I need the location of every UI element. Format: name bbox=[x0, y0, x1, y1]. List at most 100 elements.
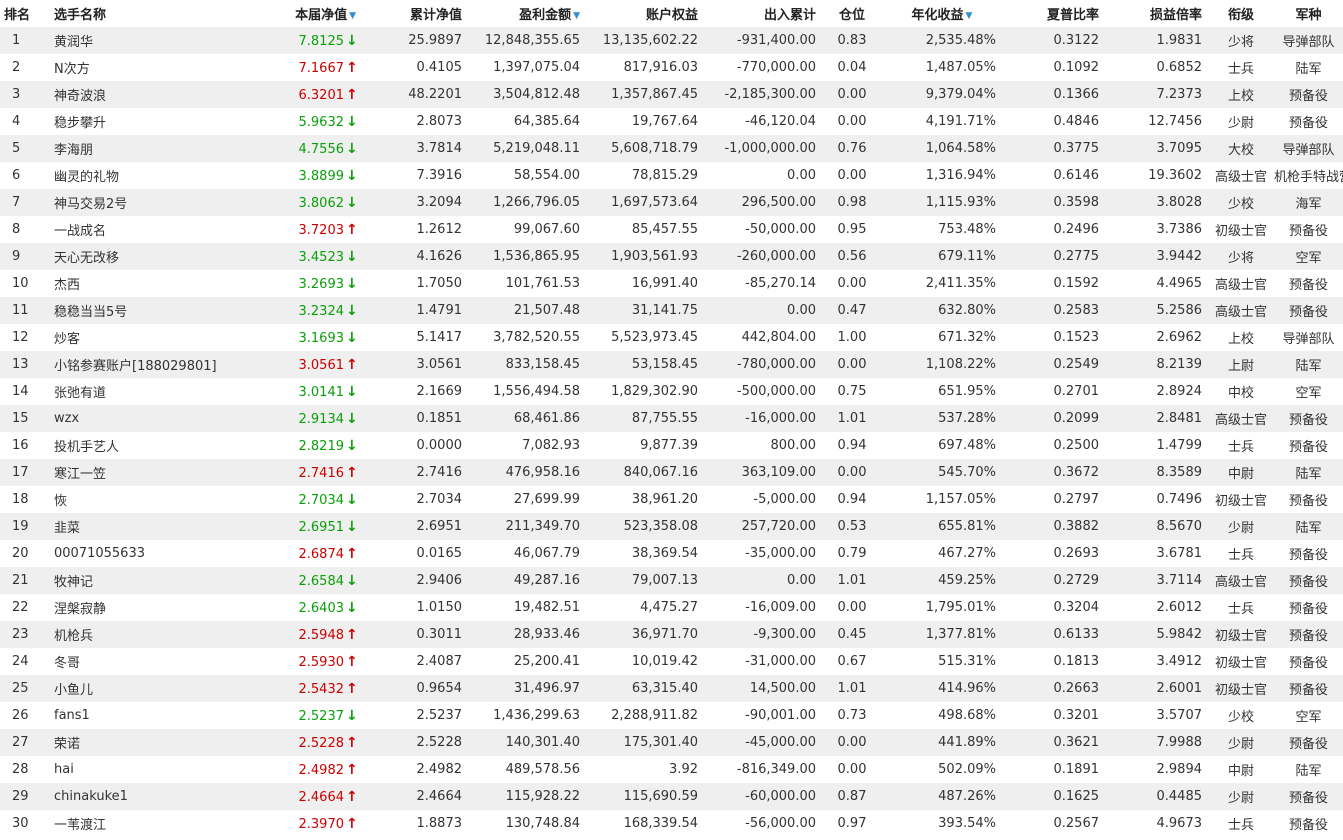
table-row[interactable]: 13 小铭参赛账户[188029801] 3.0561 ↑ 3.0561 833,158.… bbox=[0, 351, 1343, 378]
triangle-down-icon[interactable]: ▼ bbox=[966, 11, 973, 21]
table-row[interactable]: 10 杰西 3.2693 ↓ 1.7050 101,761.53 16,991.40 -85,… bbox=[0, 270, 1343, 297]
header-annualized[interactable]: 年化收益 ▼ bbox=[882, 0, 1002, 27]
table-row[interactable]: 27 荣诺 2.5228 ↑ 2.5228 140,301.40 175,301.40 -45… bbox=[0, 729, 1343, 756]
table-row[interactable]: 18 恢 2.7034 ↓ 2.7034 27,699.99 38,961.20 -5,000… bbox=[0, 486, 1343, 513]
table-row[interactable]: 14 张弛有道 3.0141 ↓ 2.1669 1,556,494.58 1,829,302… bbox=[0, 378, 1343, 405]
header-equity[interactable]: 账户权益 bbox=[586, 0, 704, 27]
player-name[interactable]: 炒客 bbox=[34, 324, 266, 351]
player-name[interactable]: 韭菜 bbox=[34, 513, 266, 540]
cumulative-net: 2.4664 bbox=[362, 783, 468, 810]
player-name[interactable]: 一苇渡江 bbox=[34, 810, 266, 837]
table-row[interactable]: 9 天心无改移 3.4523 ↓ 4.1626 1,536,865.95 1,903,561… bbox=[0, 243, 1343, 270]
player-name[interactable]: 牧神记 bbox=[34, 567, 266, 594]
player-name[interactable]: 冬哥 bbox=[34, 648, 266, 675]
player-name[interactable]: 小鱼儿 bbox=[34, 675, 266, 702]
table-row[interactable]: 8 一战成名 3.7203 ↑ 1.2612 99,067.60 85,457.55 -50,… bbox=[0, 216, 1343, 243]
table-row[interactable]: 26 fans1 2.5237 ↓ 2.5237 1,436,299.63 2,288,91… bbox=[0, 702, 1343, 729]
arrow-down-icon: ↓ bbox=[346, 194, 358, 211]
sharpe-ratio: 0.1592 bbox=[1002, 270, 1105, 297]
net-value-text: 4.7556 bbox=[298, 141, 345, 157]
player-name[interactable]: 天心无改移 bbox=[34, 243, 266, 270]
table-row[interactable]: 1 黄润华 7.8125 ↓ 25.9897 12,848,355.65 13,135,60… bbox=[0, 27, 1343, 54]
table-row[interactable]: 24 冬哥 2.5930 ↑ 2.4087 25,200.41 10,019.42 -31,0… bbox=[0, 648, 1343, 675]
table-row[interactable]: 17 寒江一笠 2.7416 ↑ 2.7416 476,958.16 840,067.16 3… bbox=[0, 459, 1343, 486]
player-name[interactable]: 稳稳当当5号 bbox=[34, 297, 266, 324]
player-name[interactable]: 一战成名 bbox=[34, 216, 266, 243]
player-name[interactable]: 李海朋 bbox=[34, 135, 266, 162]
table-row[interactable]: 2 N次方 7.1667 ↑ 0.4105 1,397,075.04 817,916.03-… bbox=[0, 54, 1343, 81]
in-out-total: -260,000.00 bbox=[704, 243, 822, 270]
net-value: 3.0141 ↓ bbox=[266, 378, 362, 405]
player-name[interactable]: 涅槃寂静 bbox=[34, 594, 266, 621]
table-row[interactable]: 28 hai 2.4982 ↑ 2.4982 489,578.56 3.92 -816,349… bbox=[0, 756, 1343, 783]
rank-cell: 11 bbox=[0, 297, 34, 324]
table-row[interactable]: 25 小鱼儿 2.5432 ↑ 0.9654 31,496.97 63,315.40 14,5… bbox=[0, 675, 1343, 702]
player-name[interactable]: chinakuke1 bbox=[34, 783, 266, 810]
player-name[interactable]: 幽灵的礼物 bbox=[34, 162, 266, 189]
table-row[interactable]: 30 一苇渡江 2.3970 ↑ 1.8873 130,748.84 168,339.54-… bbox=[0, 810, 1343, 837]
cumulative-net: 25.9897 bbox=[362, 27, 468, 54]
player-name[interactable]: 神奇波浪 bbox=[34, 81, 266, 108]
annualized-return: 1,377.81% bbox=[882, 621, 1002, 648]
triangle-down-icon[interactable]: ▼ bbox=[573, 11, 580, 21]
in-out-total: -90,001.00 bbox=[704, 702, 822, 729]
account-equity: 38,369.54 bbox=[586, 540, 704, 567]
header-net-value[interactable]: 本届净值 ▼ bbox=[266, 0, 362, 27]
table-row[interactable]: 12 炒客 3.1693 ↓ 5.1417 3,782,520.55 5,523,973.4… bbox=[0, 324, 1343, 351]
player-name[interactable]: 神马交易2号 bbox=[34, 189, 266, 216]
branch: 陆军 bbox=[1274, 513, 1343, 540]
header-profit[interactable]: 盈利金额 ▼ bbox=[468, 0, 586, 27]
branch: 空军 bbox=[1274, 378, 1343, 405]
annualized-return: 632.80% bbox=[882, 297, 1002, 324]
in-out-total: 0.00 bbox=[704, 162, 822, 189]
table-row[interactable]: 15 wzx 2.9134 ↓ 0.1851 68,461.86 87,755.55 -16,… bbox=[0, 405, 1343, 432]
table-row[interactable]: 6 幽灵的礼物 3.8899 ↓ 7.3916 58,554.00 78,815.29 0.0… bbox=[0, 162, 1343, 189]
table-row[interactable]: 16 投机手艺人 2.8219 ↓ 0.0000 7,082.93 9,877.39 800.… bbox=[0, 432, 1343, 459]
player-name[interactable]: fans1 bbox=[34, 702, 266, 729]
arrow-up-icon: ↑ bbox=[346, 626, 358, 643]
header-pl-ratio[interactable]: 损益倍率 bbox=[1105, 0, 1208, 27]
player-name[interactable]: 稳步攀升 bbox=[34, 108, 266, 135]
player-name[interactable]: 恢 bbox=[34, 486, 266, 513]
table-row[interactable]: 29 chinakuke1 2.4664 ↑ 2.4664 115,928.22 115,6… bbox=[0, 783, 1343, 810]
triangle-down-icon[interactable]: ▼ bbox=[349, 11, 356, 21]
player-name[interactable]: 投机手艺人 bbox=[34, 432, 266, 459]
branch: 预备役 bbox=[1274, 297, 1343, 324]
player-name[interactable]: 小铭参赛账户[188029801] bbox=[34, 351, 266, 378]
header-name[interactable]: 选手名称 bbox=[34, 0, 266, 27]
header-branch[interactable]: 军种 bbox=[1274, 0, 1343, 27]
header-cumulative-net[interactable]: 累计净值 bbox=[362, 0, 468, 27]
table-row[interactable]: 5 李海朋 4.7556 ↓ 3.7814 5,219,048.11 5,608,718.7… bbox=[0, 135, 1343, 162]
table-row[interactable]: 20 00071055633 2.6874 ↑ 0.0165 46,067.79 38,36… bbox=[0, 540, 1343, 567]
header-military-rank[interactable]: 衔级 bbox=[1208, 0, 1274, 27]
header-sharpe[interactable]: 夏普比率 bbox=[1002, 0, 1105, 27]
header-position[interactable]: 仓位 bbox=[822, 0, 882, 27]
account-equity: 78,815.29 bbox=[586, 162, 704, 189]
player-name[interactable]: 机枪兵 bbox=[34, 621, 266, 648]
military-rank: 士兵 bbox=[1208, 594, 1274, 621]
account-equity: 9,877.39 bbox=[586, 432, 704, 459]
table-row[interactable]: 23 机枪兵 2.5948 ↑ 0.3011 28,933.46 36,971.70 -9,3… bbox=[0, 621, 1343, 648]
profit-amount: 476,958.16 bbox=[468, 459, 586, 486]
header-rank[interactable]: 排名 bbox=[0, 0, 34, 27]
table-row[interactable]: 7 神马交易2号 3.8062 ↓ 3.2094 1,266,796.05 1,697,57… bbox=[0, 189, 1343, 216]
player-name[interactable]: 00071055633 bbox=[34, 540, 266, 567]
table-row[interactable]: 22 涅槃寂静 2.6403 ↓ 1.0150 19,482.51 4,475.27 -16,… bbox=[0, 594, 1343, 621]
table-row[interactable]: 4 稳步攀升 5.9632 ↓ 2.8073 64,385.64 19,767.64 -46,… bbox=[0, 108, 1343, 135]
header-in-out[interactable]: 出入累计 bbox=[704, 0, 822, 27]
player-name[interactable]: 杰西 bbox=[34, 270, 266, 297]
arrow-up-icon: ↑ bbox=[346, 761, 358, 778]
table-row[interactable]: 3 神奇波浪 6.3201 ↑ 48.2201 3,504,812.48 1,357,867… bbox=[0, 81, 1343, 108]
player-name[interactable]: 黄润华 bbox=[34, 27, 266, 54]
pl-ratio: 2.6012 bbox=[1105, 594, 1208, 621]
player-name[interactable]: N次方 bbox=[34, 54, 266, 81]
player-name[interactable]: 张弛有道 bbox=[34, 378, 266, 405]
player-name[interactable]: 寒江一笠 bbox=[34, 459, 266, 486]
table-row[interactable]: 11 稳稳当当5号 3.2324 ↓ 1.4791 21,507.48 31,141.75 0… bbox=[0, 297, 1343, 324]
net-value-text: 3.2324 bbox=[298, 303, 345, 319]
player-name[interactable]: wzx bbox=[34, 405, 266, 432]
table-row[interactable]: 21 牧神记 2.6584 ↓ 2.9406 49,287.16 79,007.13 0.00… bbox=[0, 567, 1343, 594]
player-name[interactable]: hai bbox=[34, 756, 266, 783]
player-name[interactable]: 荣诺 bbox=[34, 729, 266, 756]
table-row[interactable]: 19 韭菜 2.6951 ↓ 2.6951 211,349.70 523,358.08 257… bbox=[0, 513, 1343, 540]
